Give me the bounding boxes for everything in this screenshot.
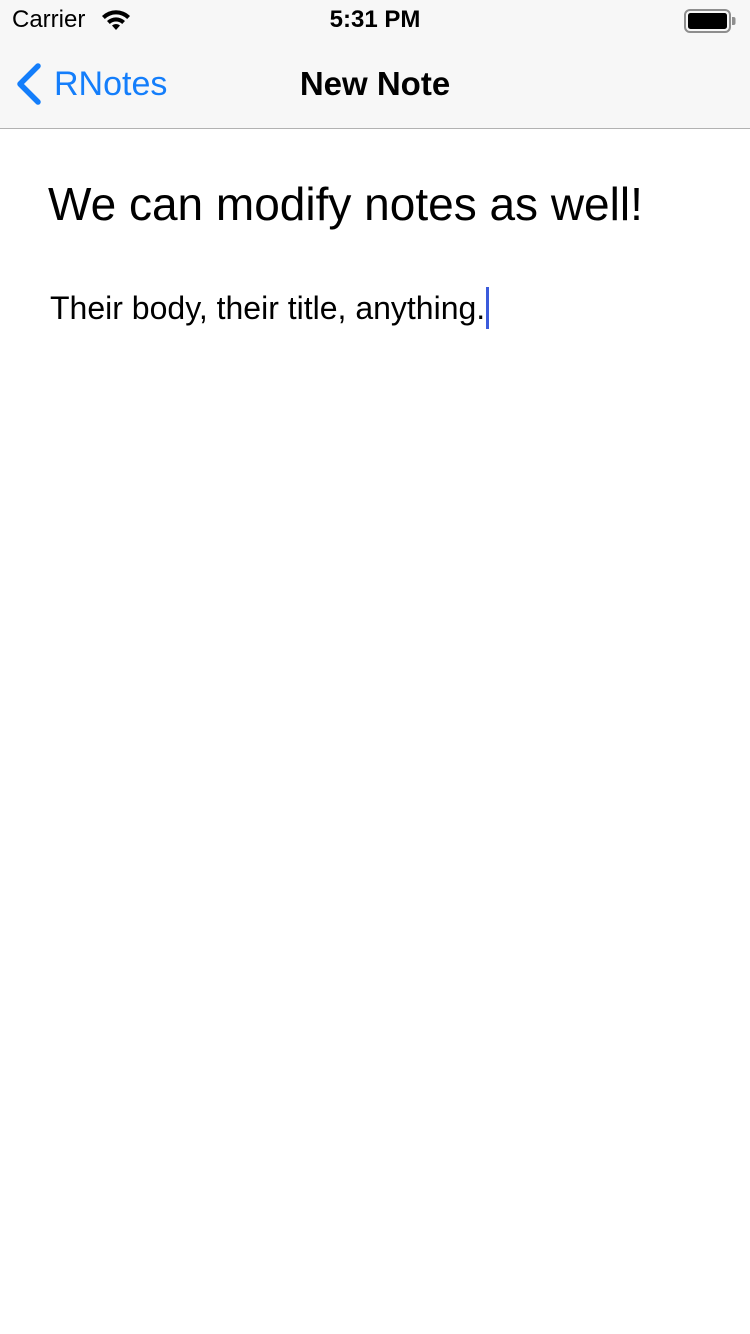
app-screen: Carrier 5:31 PM RNotes New Note We can m… xyxy=(0,0,750,1334)
text-cursor xyxy=(486,287,490,329)
status-time: 5:31 PM xyxy=(329,6,421,33)
navigation-bar: RNotes New Note xyxy=(0,40,750,129)
battery-icon xyxy=(684,9,736,33)
page-title: New Note xyxy=(299,65,451,102)
note-body-text: Their body, their title, anything. xyxy=(50,290,486,326)
note-title-field[interactable]: We can modify notes as well! xyxy=(48,176,708,232)
status-bar: Carrier 5:31 PM xyxy=(0,0,750,40)
note-body-field[interactable]: Their body, their title, anything. xyxy=(50,286,710,330)
